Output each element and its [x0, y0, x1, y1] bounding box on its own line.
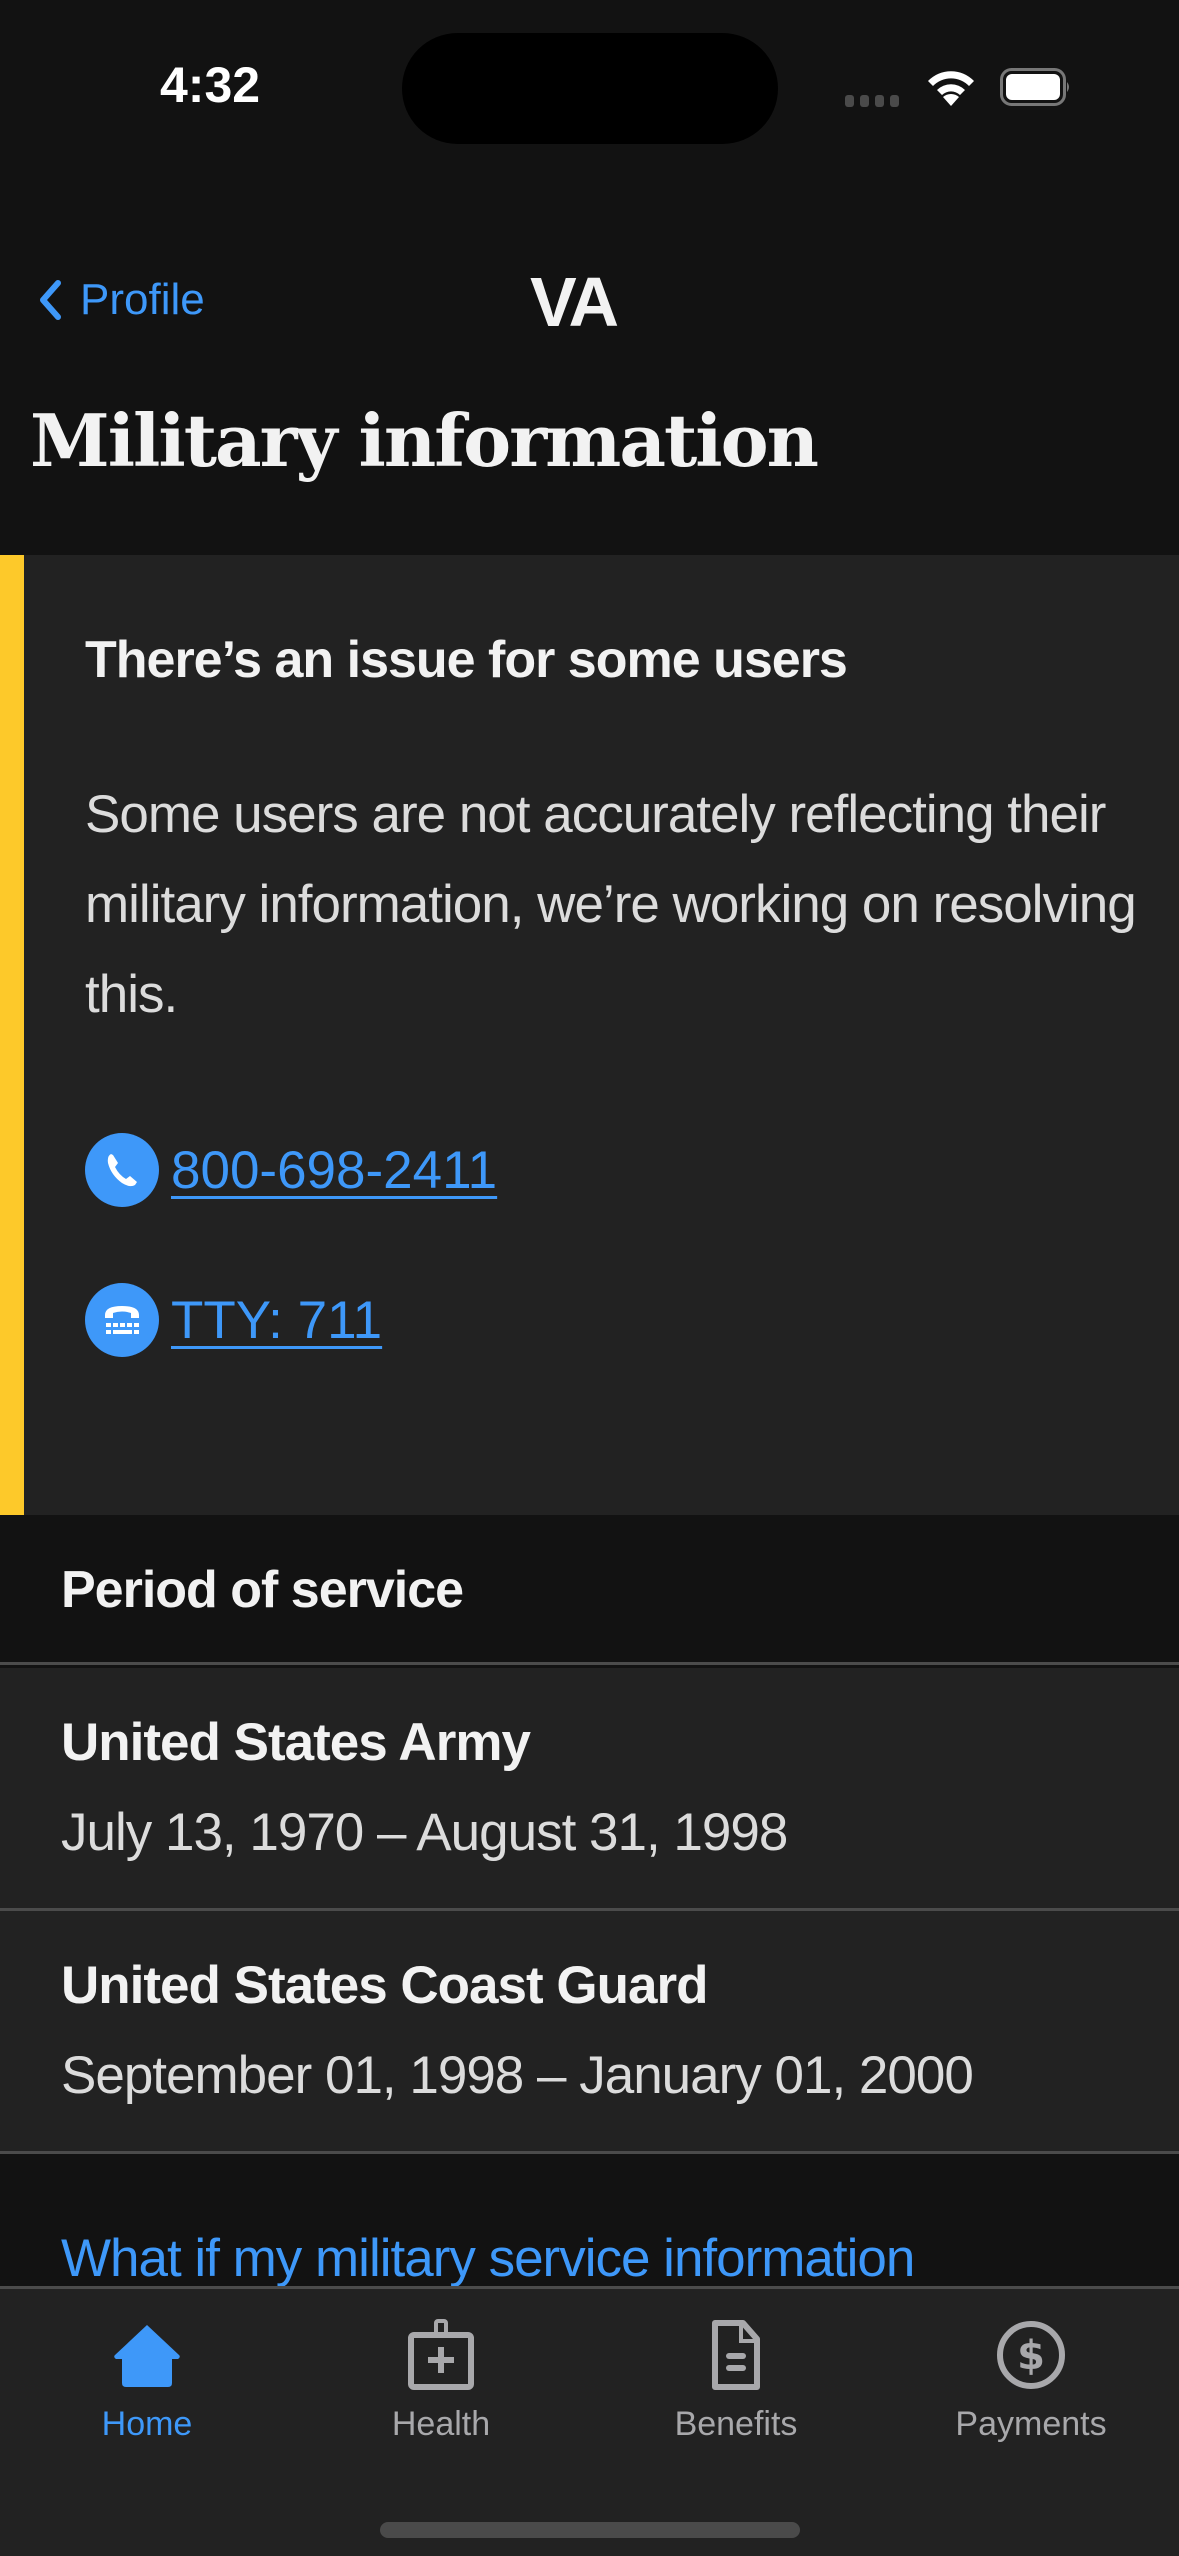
wifi-icon — [928, 71, 974, 106]
tty-number[interactable]: TTY: 711 — [171, 1290, 382, 1351]
phone-icon — [85, 1133, 159, 1207]
cellular-signal-icon — [845, 95, 899, 107]
service-branch: United States Army — [61, 1713, 531, 1772]
warning-alert: There’s an issue for some users Some use… — [0, 555, 1179, 1515]
dollar-circle-icon: $ — [997, 2321, 1065, 2389]
document-icon — [712, 2320, 760, 2390]
tab-benefits[interactable]: Benefits — [589, 2289, 883, 2449]
page-title: Military information — [30, 398, 819, 483]
alert-title: There’s an issue for some users — [85, 631, 848, 689]
svg-text:$: $ — [1017, 2333, 1045, 2379]
dynamic-island — [402, 33, 778, 144]
home-indicator[interactable] — [380, 2522, 800, 2538]
service-branch: United States Coast Guard — [61, 1956, 708, 2015]
tab-health[interactable]: Health — [294, 2289, 588, 2449]
battery-icon — [1000, 68, 1069, 106]
tab-bar: Home Health Benefits $ Payments — [0, 2286, 1179, 2556]
phone-link[interactable]: 800-698-2411 — [85, 1133, 497, 1207]
tab-label: Payments — [955, 2405, 1107, 2443]
alert-body: Some users are not accurately reflecting… — [85, 785, 1137, 1024]
tab-home[interactable]: Home — [0, 2289, 294, 2449]
status-bar: 4:32 — [0, 0, 1179, 170]
service-dates: September 01, 1998 – January 01, 2000 — [61, 2046, 974, 2105]
service-dates: July 13, 1970 – August 31, 1998 — [61, 1803, 788, 1862]
home-icon — [114, 2325, 180, 2387]
tab-payments[interactable]: $ Payments — [884, 2289, 1178, 2449]
tty-link[interactable]: TTY: 711 — [85, 1283, 382, 1357]
medkit-icon — [408, 2319, 474, 2390]
navigation-bar: Profile VA — [0, 260, 1179, 350]
tab-label: Home — [101, 2405, 193, 2443]
section-title: Period of service — [61, 1561, 464, 1619]
service-list-item: United States Coast Guard September 01, … — [0, 1911, 1179, 2154]
tab-label: Benefits — [674, 2405, 798, 2443]
section-header: Period of service — [0, 1515, 1179, 1665]
tab-label: Health — [391, 2405, 491, 2443]
phone-number[interactable]: 800-698-2411 — [171, 1140, 497, 1201]
tty-icon — [85, 1283, 159, 1357]
status-time: 4:32 — [160, 57, 261, 113]
nav-title: VA — [529, 263, 619, 341]
incorrect-info-help-link[interactable]: What if my military service information — [61, 2228, 915, 2289]
service-list-item: United States Army July 13, 1970 – Augus… — [0, 1668, 1179, 1911]
